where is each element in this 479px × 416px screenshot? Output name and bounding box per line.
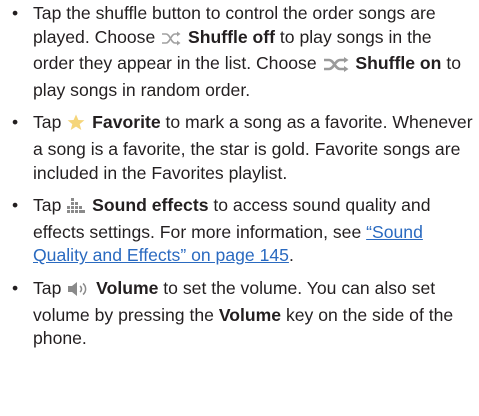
item-text: Tap bbox=[33, 112, 62, 133]
shuffle-off-label: Shuffle off bbox=[188, 26, 276, 47]
list-item-volume: • Tap Volume to set the volume. You can … bbox=[8, 277, 473, 351]
shuffle-on-label: Shuffle on bbox=[355, 53, 442, 74]
sound-effects-label: Sound effects bbox=[92, 195, 209, 216]
bullet-marker: • bbox=[12, 195, 19, 216]
bullet-list: • Tap the shuffle button to control the … bbox=[8, 2, 473, 351]
item-text: . bbox=[288, 245, 294, 266]
volume-key-label: Volume bbox=[218, 304, 282, 325]
instruction-document: • Tap the shuffle button to control the … bbox=[0, 0, 479, 416]
bullet-marker: • bbox=[12, 112, 19, 133]
star-icon bbox=[67, 114, 85, 138]
shuffle-on-icon bbox=[323, 55, 349, 79]
item-text: Tap bbox=[33, 277, 62, 298]
list-item-sound-effects: • Tap Sound effects to access sound qual… bbox=[8, 194, 473, 268]
bullet-marker: • bbox=[12, 3, 19, 23]
bullet-marker: • bbox=[12, 277, 19, 298]
volume-label: Volume bbox=[96, 277, 159, 298]
favorite-label: Favorite bbox=[92, 112, 161, 133]
list-item-shuffle: • Tap the shuffle button to control the … bbox=[8, 2, 473, 102]
item-text: Tap bbox=[33, 195, 62, 216]
volume-icon bbox=[67, 280, 89, 304]
shuffle-off-icon bbox=[161, 29, 181, 53]
list-item-favorite: • Tap Favorite to mark a song as a favor… bbox=[8, 111, 473, 185]
sound-effects-icon bbox=[67, 197, 86, 221]
